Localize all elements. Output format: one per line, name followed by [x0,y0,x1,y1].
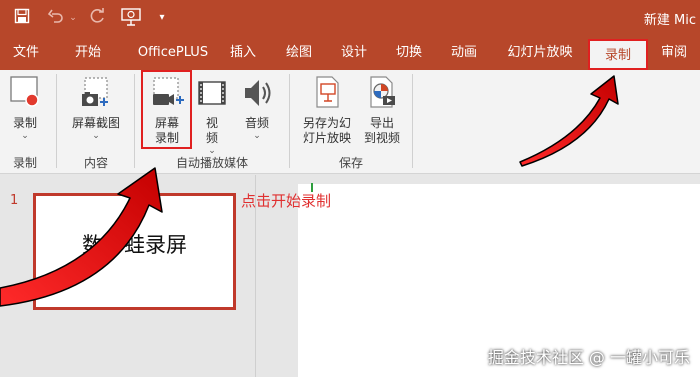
annotation-arrows [0,75,619,307]
arrow-to-screen-recording [0,167,163,307]
arrow-to-record-tab [519,75,619,167]
